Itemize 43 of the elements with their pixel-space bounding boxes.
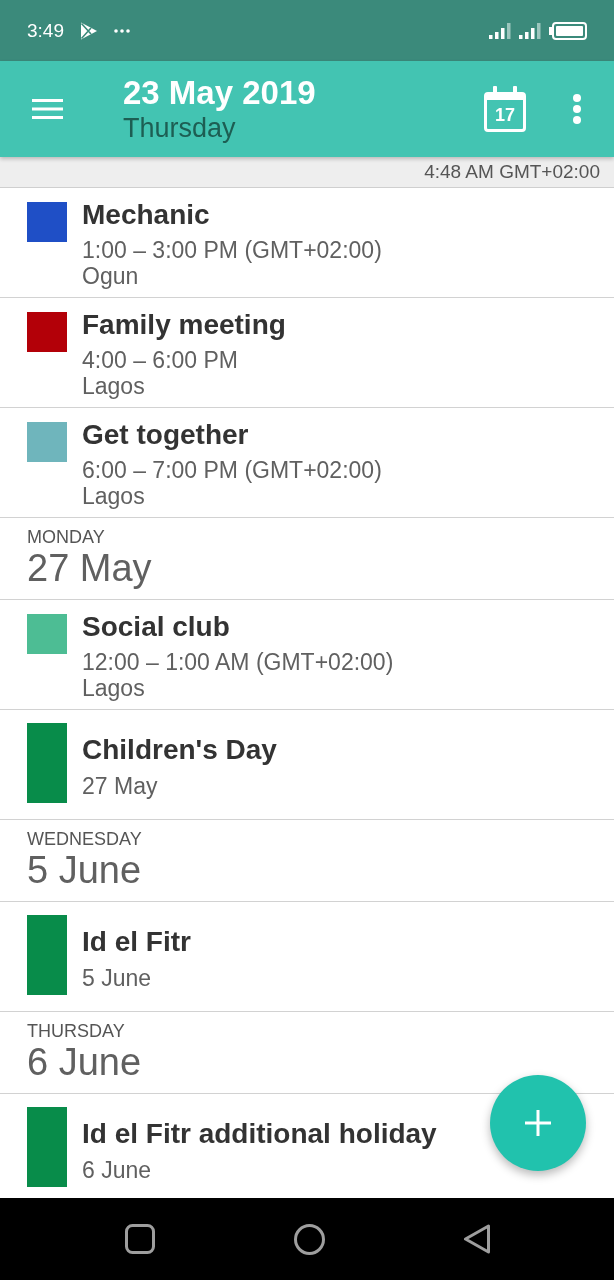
event-date: 27 May bbox=[82, 773, 159, 799]
event-time: 1:00 – 3:00 PM (GMT+02:00) bbox=[82, 237, 382, 263]
back-icon[interactable] bbox=[463, 1224, 491, 1254]
recent-apps-icon[interactable] bbox=[125, 1224, 155, 1254]
app-subtitle: Thursday bbox=[123, 112, 237, 144]
day-date-heading: 5 June bbox=[27, 850, 143, 890]
event-location: Lagos bbox=[82, 373, 146, 399]
event-row[interactable]: Get together 6:00 – 7:00 PM (GMT+02:00) Lagos bbox=[0, 408, 614, 518]
day-date-heading: 6 June bbox=[27, 1042, 143, 1082]
app-title: 23 May 2019 bbox=[123, 74, 317, 112]
day-weekday-label: THURSDAY bbox=[27, 1020, 126, 1042]
event-date: 5 June bbox=[82, 965, 153, 991]
day-weekday-label: WEDNESDAY bbox=[27, 828, 143, 850]
event-title: Id el Fitr bbox=[82, 925, 191, 959]
event-time: 4:00 – 6:00 PM bbox=[82, 347, 239, 373]
event-row[interactable]: Id el Fitr 5 June bbox=[0, 902, 614, 1012]
event-location: Lagos bbox=[82, 675, 146, 701]
event-title: Get together bbox=[82, 418, 250, 452]
event-title: Mechanic bbox=[82, 198, 211, 232]
event-time: 6:00 – 7:00 PM (GMT+02:00) bbox=[82, 457, 382, 483]
day-weekday-label: MONDAY bbox=[27, 526, 106, 548]
plus-icon bbox=[525, 1110, 551, 1136]
status-time: 3:49 bbox=[27, 19, 64, 42]
event-date: 6 June bbox=[82, 1157, 153, 1183]
event-title: Social club bbox=[82, 610, 231, 644]
event-title: Id el Fitr additional holiday bbox=[82, 1117, 437, 1151]
signal-icon bbox=[489, 22, 511, 39]
more-dots-icon bbox=[114, 28, 130, 33]
home-icon[interactable] bbox=[293, 1223, 325, 1255]
signal-icon bbox=[519, 22, 541, 39]
event-row[interactable]: Family meeting 4:00 – 6:00 PM Lagos bbox=[0, 298, 614, 408]
current-time-label: 4:48 AM GMT+02:00 bbox=[424, 161, 600, 182]
event-row[interactable]: Children's Day 27 May bbox=[0, 710, 614, 820]
event-row[interactable]: Social club 12:00 – 1:00 AM (GMT+02:00) Lagos bbox=[0, 600, 614, 710]
event-title: Children's Day bbox=[82, 733, 277, 767]
day-date-heading: 27 May bbox=[27, 548, 153, 588]
battery-icon bbox=[549, 21, 587, 40]
event-location: Lagos bbox=[82, 483, 146, 509]
event-row[interactable]: Mechanic 1:00 – 3:00 PM (GMT+02:00) Ogun bbox=[0, 188, 614, 298]
event-location: Ogun bbox=[82, 263, 140, 289]
event-title: Family meeting bbox=[82, 308, 286, 342]
play-icon bbox=[80, 21, 98, 40]
event-time: 12:00 – 1:00 AM (GMT+02:00) bbox=[82, 649, 394, 675]
